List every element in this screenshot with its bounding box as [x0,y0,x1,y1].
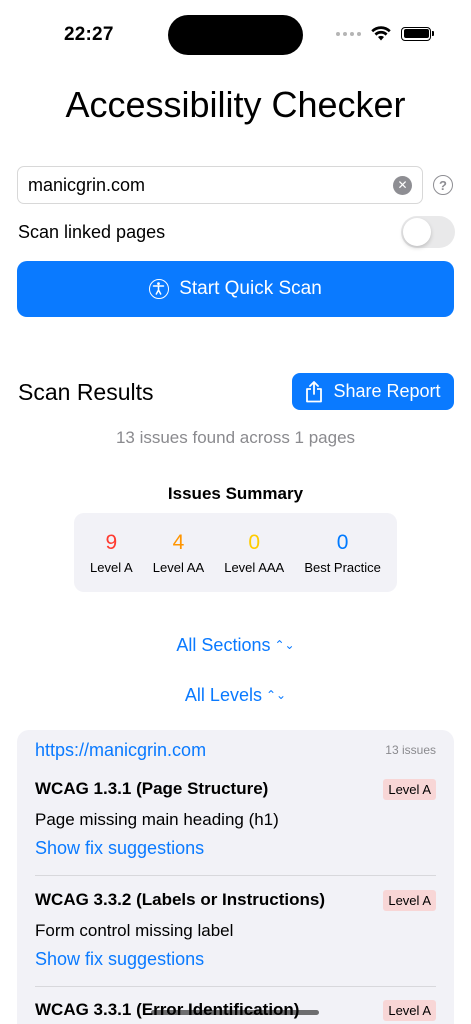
summary-count: 0 [336,531,349,554]
levels-filter[interactable]: All Levels ⌃⌄ [0,685,471,706]
issue-title: WCAG 3.3.2 (Labels or Instructions) [35,890,325,909]
clear-icon[interactable]: ✕ [393,175,412,195]
chevron-up-down-icon: ⌃⌄ [265,688,287,702]
divider [35,875,436,876]
share-report-button[interactable]: Share Report [292,373,454,410]
issue-level-badge: Level A [383,1000,436,1021]
summary-count: 9 [105,531,118,554]
scan-linked-pages-label: Scan linked pages [18,222,166,242]
summary-label: Level A [90,560,133,575]
url-input[interactable]: manicgrin.com ✕ [17,166,423,204]
page-url-link[interactable]: https://manicgrin.com [35,740,206,761]
issues-found-text: 13 issues found across 1 pages [115,428,356,447]
share-report-label: Share Report [333,381,441,401]
chevron-up-down-icon: ⌃⌄ [274,638,295,652]
issue-description: Page missing main heading (h1) [35,810,279,829]
status-time: 22:27 [64,24,114,45]
start-quick-scan-label: Start Quick Scan [179,278,322,299]
scan-results-title: Scan Results [18,379,154,405]
summary-label: Best Practice [304,560,381,575]
summary-label: Level AA [152,560,205,575]
scan-linked-pages-toggle[interactable] [401,216,455,248]
help-icon[interactable]: ? [433,175,453,195]
sections-filter[interactable]: All Sections ⌃⌄ [0,635,471,656]
levels-filter-label: All Levels [184,685,262,705]
summary-level-a: 9 Level A [90,530,133,575]
issue-title: WCAG 1.3.1 (Page Structure) [35,779,269,798]
summary-count: 4 [172,531,185,554]
issue-level-badge: Level A [383,779,436,800]
accessibility-icon [149,279,170,299]
page-issue-count: 13 issues [385,743,436,757]
issues-summary-box: 9 Level A 4 Level AA 0 Level AAA 0 Best … [74,513,397,592]
home-indicator[interactable] [151,1010,319,1015]
start-quick-scan-button[interactable]: Start Quick Scan [17,261,454,317]
issue-item: WCAG 1.3.1 (Page Structure) Level A Page… [35,779,436,859]
issue-level-badge: Level A [383,890,436,911]
summary-best-practice: 0 Best Practice [304,530,381,575]
show-fix-suggestions-link[interactable]: Show fix suggestions [35,949,436,970]
issues-summary-title: Issues Summary [167,484,304,503]
status-icons [336,26,434,41]
dynamic-island [168,15,303,55]
page-results-card: https://manicgrin.com 13 issues WCAG 1.3… [17,730,454,1024]
wifi-icon [371,26,391,41]
sections-filter-label: All Sections [176,635,271,655]
cellular-signal-icon [336,31,361,36]
issue-item: WCAG 3.3.2 (Labels or Instructions) Leve… [35,890,436,970]
summary-count: 0 [248,531,261,554]
summary-level-aa: 4 Level AA [153,530,204,575]
issue-description: Form control missing label [35,921,234,940]
share-icon [306,380,323,402]
summary-label: Level AAA [224,560,285,575]
url-input-value[interactable]: manicgrin.com [28,175,393,196]
status-bar: 22:27 [0,0,471,60]
battery-icon [401,26,434,41]
divider [35,986,436,987]
toggle-knob [403,218,431,246]
page-title: Accessibility Checker [65,84,406,125]
summary-level-aaa: 0 Level AAA [224,530,284,575]
show-fix-suggestions-link[interactable]: Show fix suggestions [35,838,436,859]
